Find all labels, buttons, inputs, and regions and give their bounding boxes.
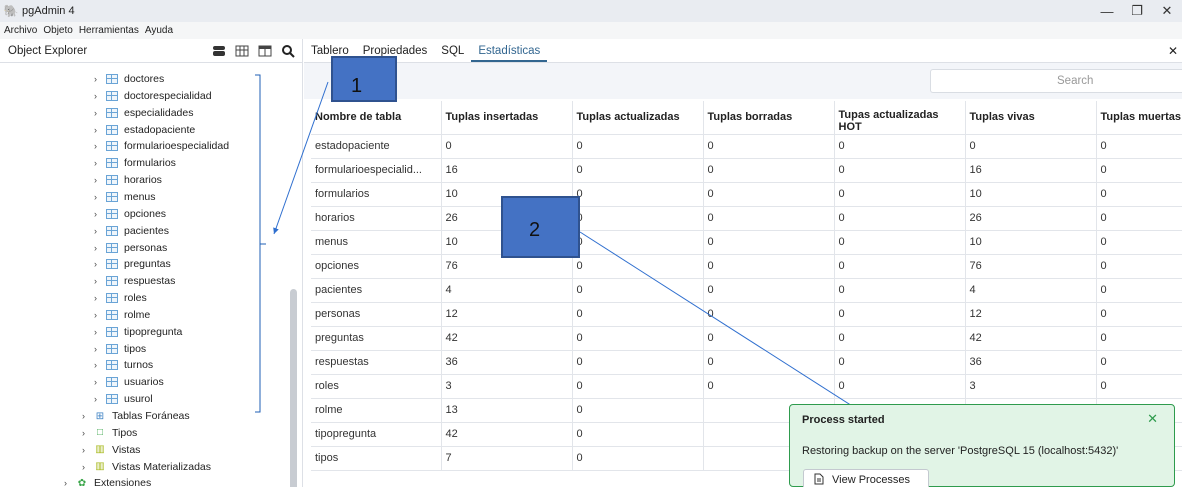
view-processes-label: View Processes [832, 474, 911, 486]
document-icon [814, 473, 824, 487]
notification-message: Restoring backup on the server 'PostgreS… [802, 445, 1119, 457]
process-notification: Process started ✕ Restoring backup on th… [789, 404, 1175, 487]
close-notification-icon[interactable]: ✕ [1147, 411, 1158, 427]
view-processes-button[interactable]: View Processes [803, 469, 929, 487]
annotation-callout-1: 1 [331, 56, 397, 102]
annotation-callout-2: 2 [501, 196, 580, 258]
notification-title: Process started [802, 414, 885, 426]
